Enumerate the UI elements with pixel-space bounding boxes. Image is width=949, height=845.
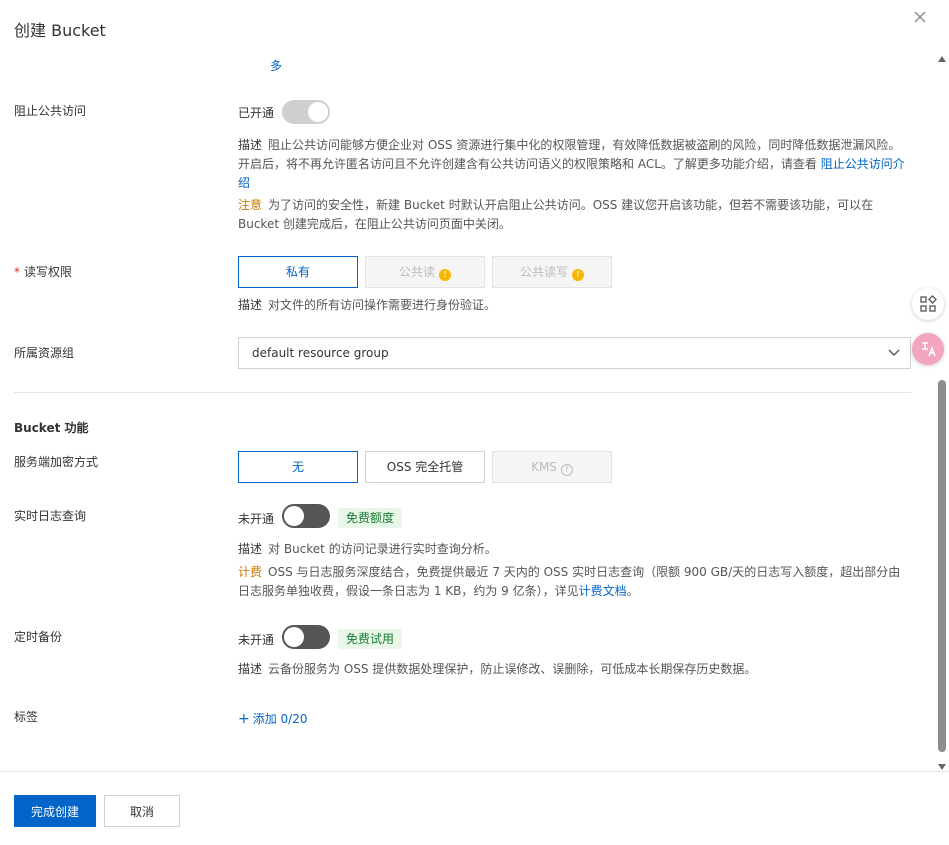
desc-text: 云备份服务为 OSS 提供数据处理保护，防止误修改、误删除，可低成本长期保存历史… [268,662,757,676]
public-access-status: 已开通 [238,106,275,120]
bucket-features-title: Bucket 功能 [14,421,89,435]
option-label: 公共读 [398,265,435,279]
required-mark: * [14,265,20,279]
acl-description: 描述 对文件的所有访问操作需要进行身份验证。 [238,296,912,315]
desc-tag: 描述 [238,298,263,312]
billing-text: OSS 与日志服务深度结合，免费提供最近 7 天内的 OSS 实时日志查询（限额… [238,565,901,598]
scheduled-backup-label: 定时备份 [14,630,63,644]
resource-group-label: 所属资源组 [14,346,75,360]
create-button[interactable]: 完成创建 [14,795,96,827]
tags-label: 标签 [14,710,39,724]
option-label: 无 [291,460,304,474]
desc-text: 阻止公共访问能够方便企业对 OSS 资源进行集中化的权限管理，有效降低数据被盗刷… [238,138,901,171]
scrollbar[interactable] [937,56,947,770]
billing-end: 。 [626,584,639,598]
option-label: OSS 完全托管 [386,460,464,474]
encryption-option-none[interactable]: 无 [238,451,358,483]
acl-label: * 读写权限 [14,263,72,280]
encryption-label: 服务端加密方式 [14,455,99,469]
acl-label-text: 读写权限 [24,265,73,279]
note-text: 为了访问的安全性，新建 Bucket 时默认开启阻止公共访问。OSS 建议您开启… [238,198,874,231]
warning-icon: ! [439,269,451,281]
dialog-title: 创建 Bucket [14,21,106,40]
realtime-log-status: 未开通 [238,512,275,526]
scheduled-backup-status: 未开通 [238,633,275,647]
desc-text: 对 Bucket 的访问记录进行实时查询分析。 [268,542,497,556]
free-trial-badge: 免费试用 [338,629,403,649]
toggle-knob [284,506,304,526]
billing-doc-link[interactable]: 计费文档 [579,584,627,598]
scroll-up-arrow[interactable] [938,56,946,62]
close-icon[interactable] [911,10,929,28]
public-access-toggle[interactable] [282,100,330,124]
apps-grid-button[interactable] [912,288,944,320]
desc-text: 对文件的所有访问操作需要进行身份验证。 [268,298,497,312]
help-icon: ? [560,464,573,476]
realtime-log-description: 描述对 Bucket 的访问记录进行实时查询分析。 [238,540,912,559]
plus-icon: + [238,711,250,727]
section-divider [14,392,911,393]
realtime-log-toggle[interactable] [282,504,330,528]
public-access-description: 描述 阻止公共访问能够方便企业对 OSS 资源进行集中化的权限管理，有效降低数据被… [238,136,912,193]
option-label: 私有 [285,265,310,279]
public-access-note: 注意 为了访问的安全性，新建 Bucket 时默认开启阻止公共访问。OSS 建议您… [238,196,912,234]
create-bucket-dialog: 创建 Bucket 多 阻止公共访问 已开通 描述 阻止公共访问能够方便企业对 O… [0,0,949,845]
warning-icon: ! [572,269,584,281]
toggle-knob [308,102,328,122]
acl-option-public-read[interactable]: 公共读! [365,256,485,288]
desc-tag: 描述 [238,542,263,556]
footer-divider [0,771,949,772]
scroll-thumb[interactable] [938,380,946,752]
apps-grid-icon [920,295,937,312]
acl-option-public-read-write[interactable]: 公共读写! [492,256,612,288]
resource-group-select[interactable]: default resource group [238,337,911,369]
more-link[interactable]: 多 [270,57,282,74]
scheduled-backup-toggle[interactable] [282,625,330,649]
option-label: KMS [531,460,557,474]
desc-tag: 描述 [238,662,263,676]
scheduled-backup-description: 描述 云备份服务为 OSS 提供数据处理保护，防止误修改、误删除，可低成本长期保存… [238,660,912,679]
chevron-down-icon [888,349,900,356]
add-tag-text: 添加 0/20 [252,712,308,726]
translate-icon [922,342,936,357]
billing-tag: 计费 [238,565,263,579]
encryption-option-kms[interactable]: KMS? [492,451,612,483]
encryption-option-oss-managed[interactable]: OSS 完全托管 [365,451,485,483]
option-label: 公共读写 [519,265,568,279]
cancel-button[interactable]: 取消 [104,795,180,827]
scroll-down-arrow[interactable] [938,764,946,770]
note-tag: 注意 [238,198,263,212]
free-quota-badge: 免费额度 [338,508,403,528]
realtime-log-billing: 计费 OSS 与日志服务深度结合，免费提供最近 7 天内的 OSS 实时日志查询（… [238,563,912,601]
toggle-knob [284,627,304,647]
translate-button[interactable] [912,333,944,365]
public-access-label: 阻止公共访问 [14,104,87,118]
acl-option-private[interactable]: 私有 [238,256,358,288]
realtime-log-label: 实时日志查询 [14,509,87,523]
desc-tag: 描述 [238,138,263,152]
add-tag-link[interactable]: + 添加 0/20 [238,710,308,727]
resource-group-value: default resource group [252,346,389,360]
